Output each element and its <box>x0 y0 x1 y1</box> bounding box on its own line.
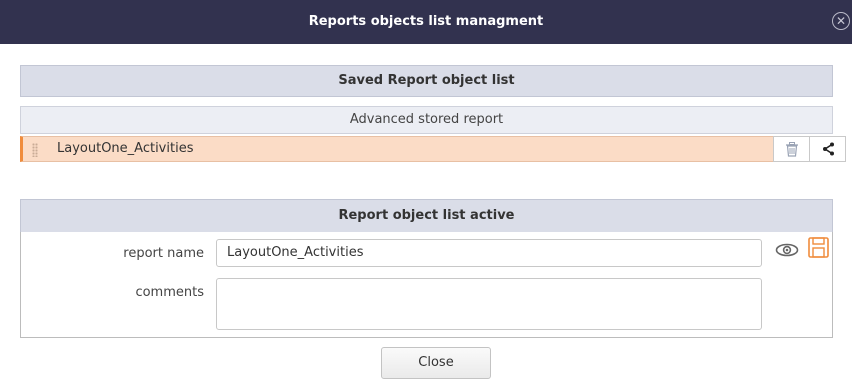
dialog-title: Reports objects list managment <box>308 14 544 29</box>
drag-handle-icon[interactable] <box>32 143 38 157</box>
saved-list-item[interactable]: LayoutOne_Activities <box>20 136 846 162</box>
comments-label: comments <box>135 285 204 300</box>
saved-list-group-label[interactable]: Advanced stored report <box>20 106 833 134</box>
close-circle-icon[interactable]: ✕ <box>832 12 850 30</box>
report-name-input[interactable]: LayoutOne_Activities <box>216 239 762 267</box>
trash-icon <box>786 142 798 157</box>
saved-list-header: Saved Report object list <box>20 65 833 97</box>
active-list-header: Report object list active <box>20 199 833 233</box>
share-icon <box>823 142 834 156</box>
saved-list-item-label[interactable]: LayoutOne_Activities <box>57 137 193 161</box>
save-icon[interactable] <box>808 237 829 258</box>
report-name-label: report name <box>123 246 204 261</box>
close-button[interactable]: Close <box>381 347 491 379</box>
share-button[interactable] <box>809 136 846 162</box>
delete-button[interactable] <box>773 136 810 162</box>
dialog-titlebar: Reports objects list managment ✕ <box>0 0 852 44</box>
active-list-panel: report name LayoutOne_Activities comment… <box>20 232 833 338</box>
comments-textarea[interactable] <box>216 278 762 330</box>
eye-icon[interactable] <box>775 243 799 257</box>
